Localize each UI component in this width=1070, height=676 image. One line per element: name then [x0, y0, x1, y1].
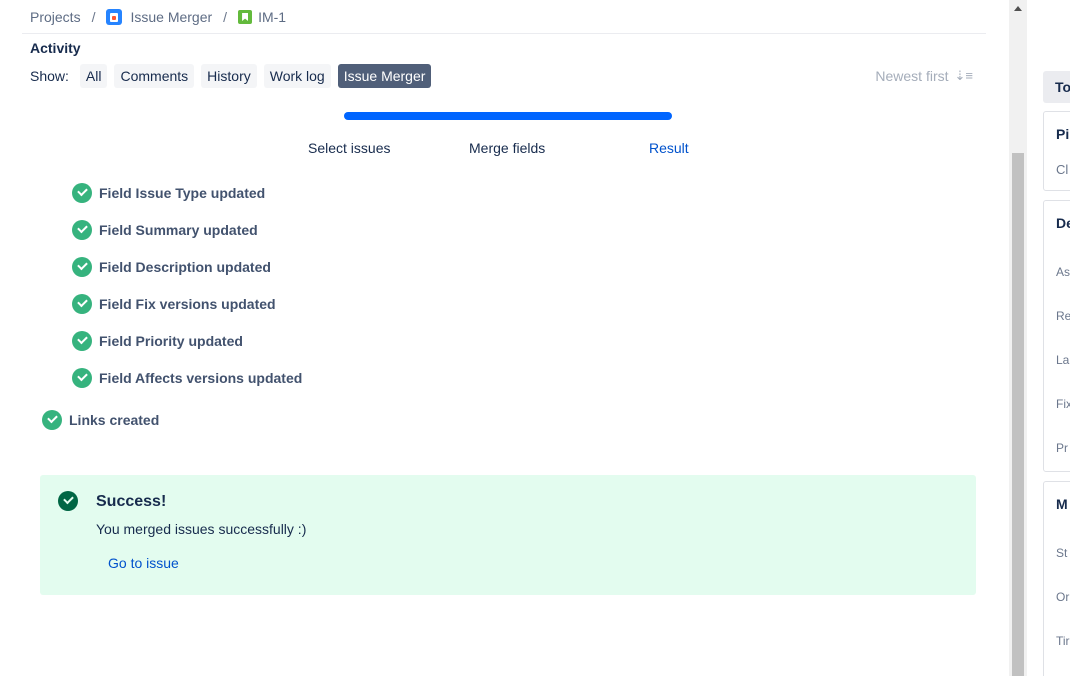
check-circle-icon — [72, 257, 92, 277]
list-item: Field Summary updated — [72, 220, 258, 240]
check-circle-icon — [72, 183, 92, 203]
result-text: Field Fix versions updated — [99, 296, 276, 312]
scrollbar-thumb[interactable] — [1012, 153, 1024, 676]
wizard-steps: Select issues Merge fields Result — [0, 140, 1000, 158]
card-row: St — [1056, 546, 1068, 560]
card-heading[interactable]: De — [1044, 215, 1070, 231]
result-text: Field Priority updated — [99, 333, 243, 349]
breadcrumb-project[interactable]: Issue Merger — [130, 9, 212, 25]
sort-toggle[interactable]: Newest first ⇣≡ — [875, 68, 973, 84]
card-row: Fix — [1056, 397, 1070, 411]
filter-comments-button[interactable]: Comments — [114, 64, 195, 88]
list-item: Field Fix versions updated — [72, 294, 276, 314]
check-circle-icon — [72, 220, 92, 240]
filter-all-button[interactable]: All — [79, 64, 108, 88]
sort-descending-icon: ⇣≡ — [954, 68, 973, 83]
details-sidebar: To Pi Cl De As Re La Fix Pr M St Or Tir — [1027, 0, 1070, 676]
check-circle-icon — [42, 410, 62, 430]
list-item: Field Priority updated — [72, 331, 243, 351]
scroll-up-arrow-icon[interactable] — [1014, 6, 1022, 11]
card-row: La — [1056, 353, 1070, 367]
breadcrumb-separator-2: / — [223, 9, 228, 25]
list-item: Field Issue Type updated — [72, 183, 265, 203]
sidebar-card-details: De As Re La Fix Pr — [1043, 200, 1070, 472]
success-check-icon — [58, 491, 78, 511]
card-row[interactable]: Cl — [1044, 162, 1068, 177]
filter-worklog-button[interactable]: Work log — [263, 64, 331, 88]
result-text: Field Issue Type updated — [99, 185, 266, 201]
sort-label: Newest first — [875, 68, 949, 84]
wizard-progress-bar — [344, 112, 672, 120]
card-row: As — [1056, 265, 1070, 279]
step-select-issues: Select issues — [308, 140, 391, 156]
success-message: You merged issues successfully :) — [96, 521, 307, 537]
success-message-panel: Success! You merged issues successfully … — [40, 475, 976, 595]
list-item: Field Description updated — [72, 257, 271, 277]
activity-title: Activity — [30, 40, 81, 56]
list-item: Field Affects versions updated — [72, 368, 302, 388]
card-row: Re — [1056, 309, 1070, 323]
filter-history-button[interactable]: History — [201, 64, 257, 88]
sidebar-card-more: M St Or Tir — [1043, 481, 1070, 676]
check-circle-icon — [72, 294, 92, 314]
result-text: Field Affects versions updated — [99, 370, 303, 386]
sidebar-card-pinned: Pi Cl — [1043, 111, 1070, 191]
breadcrumb: Projects / Issue Merger / IM-1 — [30, 8, 286, 26]
show-label: Show: — [30, 68, 69, 84]
step-merge-fields: Merge fields — [469, 140, 546, 156]
sidebar-action-button[interactable]: To — [1043, 71, 1070, 103]
success-title: Success! — [96, 493, 167, 510]
filter-issue-merger-button[interactable]: Issue Merger — [337, 64, 432, 88]
card-row: Tir — [1056, 634, 1070, 648]
result-text: Field Summary updated — [99, 222, 258, 238]
links-created-item: Links created — [42, 410, 159, 430]
check-circle-icon — [72, 368, 92, 388]
result-text: Field Description updated — [99, 259, 271, 275]
header-divider — [22, 33, 986, 34]
breadcrumb-issue-key[interactable]: IM-1 — [258, 9, 286, 25]
card-row: Pr — [1056, 441, 1068, 455]
card-heading[interactable]: M — [1044, 496, 1068, 512]
result-text: Links created — [69, 412, 160, 428]
check-circle-icon — [72, 331, 92, 351]
go-to-issue-link[interactable]: Go to issue — [108, 555, 179, 571]
activity-filter-bar: Show: All Comments History Work log Issu… — [30, 64, 438, 88]
step-result: Result — [649, 140, 689, 156]
scrollbar[interactable] — [1009, 0, 1027, 676]
breadcrumb-projects[interactable]: Projects — [30, 9, 81, 25]
card-heading: Pi — [1056, 126, 1070, 142]
story-type-icon — [238, 10, 253, 24]
project-avatar-icon — [106, 9, 123, 25]
breadcrumb-separator: / — [91, 9, 96, 25]
card-row: Or — [1056, 590, 1070, 604]
